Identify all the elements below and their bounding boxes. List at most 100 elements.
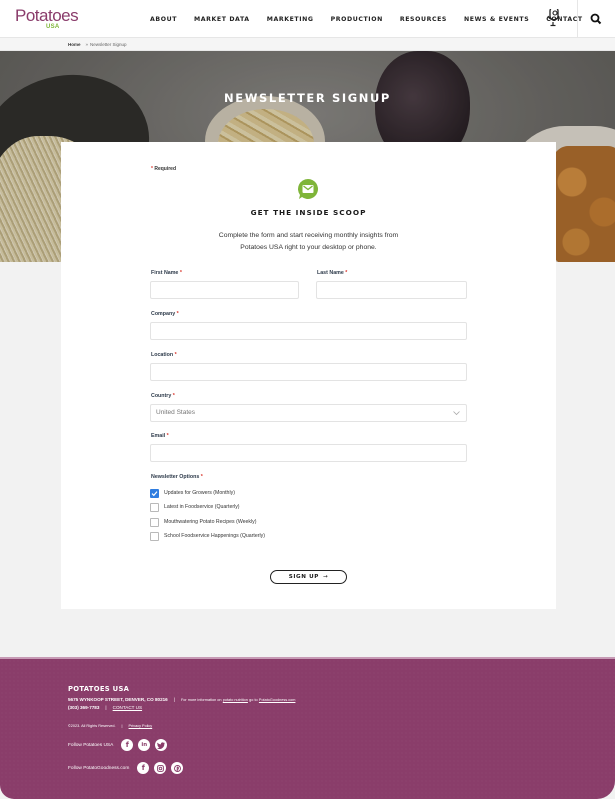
footer-phone-line: (303) 369-7783 | CONTACT US [68, 705, 142, 710]
sign-up-label: SIGN UP [288, 574, 319, 580]
email-label: Email * [151, 433, 169, 439]
footer-info-text: For more information on [180, 698, 222, 702]
location-input[interactable] [150, 363, 467, 381]
required-note-text: Required [154, 166, 177, 172]
first-name-label: First Name * [151, 270, 182, 276]
footer-separator: | [121, 724, 123, 728]
footer-address-line: 5675 WYNKOOP STREET, DENVER, CO 80216 | Fo… [68, 697, 295, 702]
required-asterisk: * [179, 270, 182, 276]
contact-us-link[interactable]: CONTACT US [113, 705, 142, 710]
footer-separator: | [105, 705, 107, 710]
site-header: Potatoes USA ABOUT MARKET DATA MARKETING… [0, 0, 615, 38]
follow-goodness-label: Follow PotatoGoodness.com [68, 765, 130, 771]
linkedin-icon[interactable]: in [138, 739, 151, 751]
page: Potatoes USA ABOUT MARKET DATA MARKETING… [0, 0, 615, 799]
option-potato-recipes[interactable]: Mouthwatering Potato Recipes (Weekly) [150, 517, 256, 527]
option-latest-in-foodservice[interactable]: Latest in Foodservice (Quarterly) [150, 502, 240, 512]
checkbox-checked[interactable] [150, 488, 159, 498]
required-asterisk: * [166, 433, 169, 439]
form-description: Complete the form and start receiving mo… [61, 230, 556, 253]
option-label: Updates for Growers (Monthly) [164, 490, 235, 496]
potatoes-usa-logo[interactable]: Potatoes USA [15, 6, 79, 32]
form-heading: GET THE INSIDE SCOOP [250, 208, 367, 217]
checkbox[interactable] [150, 531, 159, 541]
email-chat-icon [298, 179, 318, 199]
company-input[interactable] [150, 322, 467, 340]
breadcrumb-current: Newsletter Signup [90, 42, 127, 47]
chevron-down-icon [453, 411, 460, 416]
option-label: Latest in Foodservice (Quarterly) [164, 504, 240, 510]
country-select[interactable]: United States [150, 404, 467, 422]
option-updates-for-growers[interactable]: Updates for Growers (Monthly) [150, 488, 235, 498]
country-label-text: Country [151, 393, 172, 399]
company-label: Company * [151, 311, 179, 317]
first-name-input[interactable] [150, 281, 299, 299]
footer-title: POTATOES USA [68, 685, 130, 693]
instagram-icon[interactable] [154, 762, 167, 774]
follow-usa-label: Follow Potatoes USA [68, 742, 114, 748]
country-select-value: United States [156, 409, 196, 416]
required-note: * Required [151, 166, 176, 172]
newsletter-options-label: Newsletter Options * [151, 474, 203, 480]
header-divider [577, 0, 578, 38]
location-label: Location * [151, 352, 177, 358]
pinterest-icon[interactable] [171, 762, 184, 774]
breadcrumb-separator: » [85, 42, 89, 47]
nav-market-data[interactable]: MARKET DATA [194, 16, 250, 23]
email-label-text: Email [151, 433, 166, 439]
footer-address: 5675 WYNKOOP STREET, DENVER, CO 80216 [68, 697, 168, 702]
nav-resources[interactable]: RESOURCES [400, 16, 447, 23]
potato-nutrition-link[interactable]: potato nutrition [223, 698, 248, 702]
footer-separator: | [173, 697, 175, 702]
required-asterisk: * [200, 474, 203, 480]
breadcrumb-home[interactable]: Home [68, 42, 81, 47]
main-nav: ABOUT MARKET DATA MARKETING PRODUCTION R… [150, 0, 600, 38]
checkbox[interactable] [150, 502, 159, 512]
required-asterisk: * [172, 393, 175, 399]
nav-news-events[interactable]: NEWS & EVENTS [464, 16, 529, 23]
form-description-line-1: Complete the form and start receiving mo… [218, 232, 399, 239]
site-footer: POTATOES USA 5675 WYNKOOP STREET, DENVER… [0, 657, 615, 799]
footer-legal-line: ©2023. All Rights Reserved. | Privacy Poli… [68, 724, 152, 728]
country-label: Country * [151, 393, 175, 399]
newsletter-form-card: * Required GET THE INSIDE SCOOP Complete… [61, 142, 556, 609]
last-name-label: Last Name * [317, 270, 347, 276]
required-asterisk: * [151, 166, 153, 172]
location-label-text: Location [151, 352, 174, 358]
facebook-icon[interactable]: f [121, 739, 134, 751]
company-label-text: Company [151, 311, 176, 317]
required-asterisk: * [176, 311, 179, 317]
nav-production[interactable]: PRODUCTION [331, 16, 383, 23]
form-description-line-2: Potatoes USA right to your desktop or ph… [240, 243, 377, 251]
twitter-icon[interactable] [155, 739, 168, 751]
follow-potatoes-usa: Follow Potatoes USA f in [68, 739, 172, 751]
nav-marketing[interactable]: MARKETING [267, 16, 314, 23]
logo-wordmark: Potatoes [15, 6, 79, 25]
checkbox[interactable] [150, 517, 159, 527]
search-icon[interactable] [589, 12, 603, 26]
footer-phone: (303) 369-7783 [68, 705, 100, 710]
breadcrumb: Home » Newsletter Signup [0, 38, 615, 51]
required-asterisk: * [345, 270, 348, 276]
facebook-icon[interactable]: f [137, 762, 150, 774]
follow-potatogoodness: Follow PotatoGoodness.com f [68, 762, 188, 774]
last-name-input[interactable] [316, 281, 467, 299]
checkmark-icon [151, 490, 158, 496]
nav-about[interactable]: ABOUT [150, 16, 177, 23]
potatogoodness-link[interactable]: PotatoGoodness.com [259, 698, 296, 702]
copyright: ©2023. All Rights Reserved. [68, 724, 116, 728]
arrow-right-icon: → [322, 574, 329, 580]
newsletter-options-label-text: Newsletter Options [151, 474, 200, 480]
option-label: Mouthwatering Potato Recipes (Weekly) [164, 519, 257, 525]
microphone-icon[interactable] [546, 9, 560, 27]
last-name-label-text: Last Name [317, 270, 344, 276]
first-name-label-text: First Name [151, 270, 179, 276]
footer-info-text: go to [249, 698, 258, 702]
sign-up-button[interactable]: SIGN UP → [270, 570, 347, 584]
privacy-policy-link[interactable]: Privacy Policy [129, 724, 153, 728]
logo-subtext: USA [46, 24, 60, 30]
required-asterisk: * [174, 352, 177, 358]
email-input[interactable] [150, 444, 467, 462]
option-school-foodservice[interactable]: School Foodservice Happenings (Quarterly… [150, 531, 265, 541]
page-title: NEWSLETTER SIGNUP [224, 91, 391, 105]
